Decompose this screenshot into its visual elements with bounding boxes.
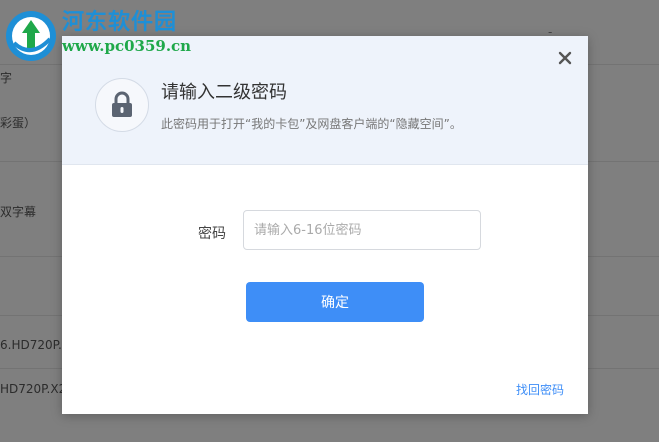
background-list-item: 字 (0, 71, 13, 85)
watermark-url: www.pc0359.cn (62, 37, 192, 55)
dialog-title: 请输入二级密码 (161, 82, 287, 103)
background-list-item: 彩蛋） (0, 116, 37, 130)
background-list-item: 双字幕 (0, 205, 37, 219)
watermark-name: 河东软件园 (62, 9, 178, 35)
watermark-logo-icon (6, 11, 56, 61)
password-dialog: 请输入二级密码 此密码用于打开“我的卡包”及网盘客户端的“隐藏空间”。 密码 确… (62, 36, 588, 414)
close-icon[interactable] (556, 49, 574, 67)
password-label: 密码 (198, 226, 226, 242)
lock-badge (95, 78, 149, 132)
background-list-item: 6.HD720P.X (0, 338, 71, 352)
watermark: 河东软件园 www.pc0359.cn (4, 9, 191, 63)
recover-password-link[interactable]: 找回密码 (516, 381, 564, 398)
close-button[interactable] (556, 49, 574, 67)
dialog-description: 此密码用于打开“我的卡包”及网盘客户端的“隐藏空间”。 (161, 117, 462, 131)
password-input[interactable] (243, 210, 481, 250)
confirm-button[interactable]: 确定 (246, 282, 424, 322)
lock-icon (112, 91, 132, 117)
